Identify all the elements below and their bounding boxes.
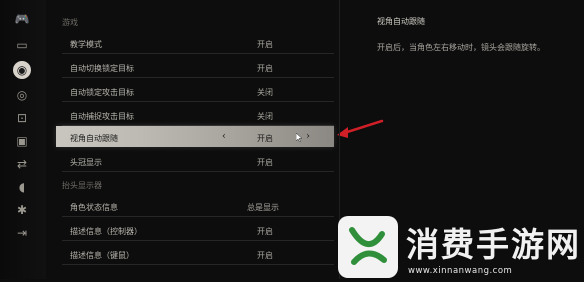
row-divider: [62, 216, 334, 217]
description-title: 视角自动跟随: [377, 17, 425, 26]
setting-row-camera-auto-follow[interactable]: 视角自动跟随 ‹ 开启 ›: [56, 126, 334, 147]
chevron-right-icon[interactable]: ›: [306, 131, 310, 142]
row-divider: [62, 101, 334, 102]
setting-label: 自动切换锁定目标: [70, 64, 134, 73]
setting-row-auto-switch-lock[interactable]: 自动切换锁定目标 开启: [52, 56, 334, 78]
setting-value: 关闭: [257, 88, 273, 97]
setting-label: 描述信息（键鼠）: [70, 251, 134, 260]
setting-value: 关闭: [257, 112, 273, 121]
mouse-cursor-icon: [296, 133, 302, 142]
description-body: 开启后，当角色左右移动时，镜头会跟随旋转。: [377, 43, 545, 52]
eye-icon[interactable]: ◎: [12, 85, 32, 105]
setting-value: 开启: [257, 227, 273, 236]
row-divider: [62, 264, 334, 265]
setting-row-desc-keyboard[interactable]: 描述信息（键鼠） 开启: [52, 243, 334, 265]
setting-row-desc-controller[interactable]: 描述信息（控制器） 开启: [52, 219, 334, 241]
chevron-left-icon[interactable]: ‹: [222, 131, 226, 142]
setting-value: 开启: [257, 158, 273, 167]
swap-icon[interactable]: ⇄: [12, 154, 32, 174]
setting-value: 总是显示: [247, 203, 279, 212]
accessibility-icon[interactable]: ✱: [12, 200, 32, 220]
exit-icon[interactable]: ⇥: [12, 223, 32, 243]
setting-value: 开启: [257, 134, 273, 143]
section-header-hud: 抬头显示器: [62, 181, 102, 190]
setting-value: 开启: [257, 40, 273, 49]
setting-value: 开启: [257, 64, 273, 73]
watermark: 消费手游网 www.xinnanwang.com: [328, 206, 584, 279]
setting-label: 自动锁定攻击目标: [70, 88, 134, 97]
setting-label: 教学模式: [70, 40, 102, 49]
setting-label: 描述信息（控制器）: [70, 227, 142, 236]
setting-row-tutorial[interactable]: 教学模式 开启: [52, 32, 334, 54]
settings-sidebar: 🎮 ▭ ◉ ◎ ⊡ ▣ ⇄ ◖ ✱ ⇥: [0, 0, 46, 279]
settings-list: 游戏 教学模式 开启 自动切换锁定目标 开启 自动锁定攻击目标 关闭 自动捕捉攻…: [52, 0, 337, 279]
setting-row-character-status[interactable]: 角色状态信息 总是显示: [52, 195, 334, 217]
camera-icon[interactable]: ⊡: [12, 108, 32, 128]
setting-label: 视角自动跟随: [70, 134, 118, 143]
setting-label: 自动捕捉攻击目标: [70, 112, 134, 121]
gamepad-icon[interactable]: 🎮: [12, 9, 32, 29]
row-divider: [62, 171, 334, 172]
setting-row-helmet-display[interactable]: 头冠显示 开启: [52, 150, 334, 172]
setting-row-auto-capture-target[interactable]: 自动捕捉攻击目标 关闭: [52, 104, 334, 126]
watermark-url: www.xinnanwang.com: [408, 266, 513, 276]
display-icon[interactable]: ▭: [12, 35, 32, 55]
watermark-logo-icon: [338, 216, 398, 278]
monitor-icon[interactable]: ▣: [12, 131, 32, 151]
setting-label: 角色状态信息: [70, 203, 118, 212]
setting-label: 头冠显示: [70, 158, 102, 167]
row-divider: [62, 77, 334, 78]
section-header-game: 游戏: [62, 18, 78, 27]
row-divider: [62, 240, 334, 241]
setting-row-auto-lock-target[interactable]: 自动锁定攻击目标 关闭: [52, 80, 334, 102]
gameplay-icon[interactable]: ◉: [13, 61, 31, 79]
setting-value: 开启: [257, 251, 273, 260]
watermark-text: 消费手游网: [406, 225, 581, 264]
audio-icon[interactable]: ◖: [12, 177, 32, 197]
row-divider: [62, 53, 334, 54]
